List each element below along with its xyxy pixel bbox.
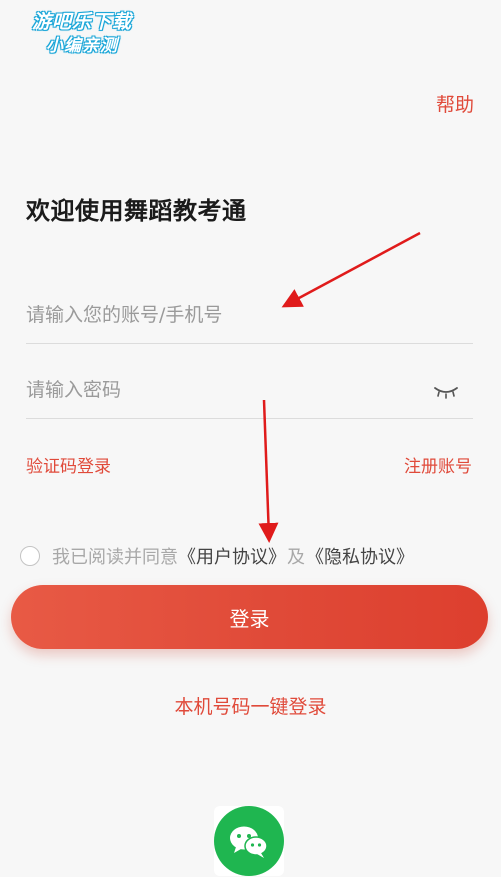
account-field-row <box>26 295 473 344</box>
agreement-row: 我已阅读并同意 《用户协议》 及 《隐私协议》 <box>20 543 414 569</box>
register-account-link[interactable]: 注册账号 <box>404 452 472 477</box>
watermark-line2: 小编亲测 <box>46 36 118 56</box>
eye-closed-icon[interactable] <box>433 382 459 402</box>
help-link[interactable]: 帮助 <box>436 90 474 117</box>
account-input[interactable] <box>26 295 426 335</box>
agreement-prefix: 我已阅读并同意 <box>52 547 178 568</box>
password-field-row <box>26 370 473 419</box>
agreement-conjunction: 及 <box>287 547 305 568</box>
wechat-icon <box>230 826 268 858</box>
one-key-login-link[interactable]: 本机号码一键登录 <box>0 692 501 719</box>
watermark-line1: 游吧乐下载 <box>31 11 132 33</box>
password-input[interactable] <box>26 370 426 410</box>
user-agreement-link[interactable]: 《用户协议》 <box>178 543 286 569</box>
annotation-arrow-user-agreement <box>258 399 279 543</box>
annotation-arrows <box>258 231 421 543</box>
sms-code-login-link[interactable]: 验证码登录 <box>26 452 111 477</box>
agreement-radio[interactable] <box>20 546 40 566</box>
login-button[interactable]: 登录 <box>11 585 488 649</box>
watermark-logo: 游吧乐下载 小编亲测 <box>14 10 150 58</box>
privacy-agreement-link[interactable]: 《隐私协议》 <box>306 543 414 569</box>
welcome-title: 欢迎使用舞蹈教考通 <box>26 197 247 225</box>
wechat-login-button[interactable] <box>214 806 284 876</box>
